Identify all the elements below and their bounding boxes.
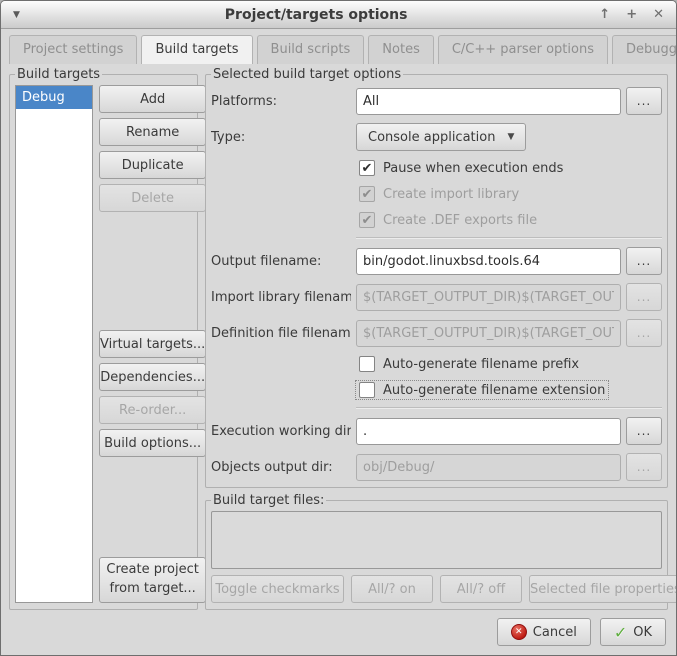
options-legend: Selected build target options xyxy=(211,67,403,82)
platforms-browse-button[interactable]: ... xyxy=(626,87,662,115)
project-targets-options-dialog: ▼ Project/targets options ↑ + ✕ Project … xyxy=(0,0,677,656)
output-filename-input[interactable] xyxy=(356,248,621,275)
cancel-button-label: Cancel xyxy=(533,625,577,640)
platforms-label: Platforms: xyxy=(211,94,351,109)
create-project-from-target-button[interactable]: Create project from target... xyxy=(99,557,206,603)
objects-output-dir-input xyxy=(356,454,621,481)
cancel-x-icon: ✕ xyxy=(511,624,527,640)
build-target-files-actions: Toggle checkmarks All/? on All/? off Sel… xyxy=(211,575,662,603)
pause-when-execution-ends-checkbox[interactable]: ✔ Pause when execution ends xyxy=(356,159,566,177)
tab-debugger[interactable]: Debugger xyxy=(612,35,677,64)
selected-build-target-options-groupbox: Selected build target options Platforms:… xyxy=(205,67,668,488)
rename-button[interactable]: Rename xyxy=(99,118,206,146)
auto-generate-prefix-label: Auto-generate filename prefix xyxy=(383,357,579,372)
all-off-button: All/? off xyxy=(440,575,522,603)
tab-build-targets[interactable]: Build targets xyxy=(141,35,252,64)
objects-output-dir-browse-button: ... xyxy=(626,453,662,481)
dependencies-button[interactable]: Dependencies... xyxy=(99,363,206,391)
type-dropdown[interactable]: Console application ▼ xyxy=(356,123,526,151)
execution-working-dir-input[interactable] xyxy=(356,418,621,445)
chevron-down-icon: ▼ xyxy=(507,132,514,142)
options-grid: Platforms: ... Type: Console application… xyxy=(211,85,662,481)
shade-icon[interactable]: ↑ xyxy=(599,8,610,21)
type-dropdown-value: Console application xyxy=(368,130,495,145)
tab-project-settings[interactable]: Project settings xyxy=(9,35,137,64)
window-menu-icon[interactable]: ▼ xyxy=(13,10,33,20)
build-targets-groupbox: Build targets Debug Add Rename Duplicate… xyxy=(9,67,198,610)
execution-working-dir-label: Execution working dir: xyxy=(211,424,351,439)
output-filename-browse-button[interactable]: ... xyxy=(626,247,662,275)
tab-build-scripts[interactable]: Build scripts xyxy=(257,35,365,64)
build-targets-page: Build targets Debug Add Rename Duplicate… xyxy=(1,64,676,614)
close-icon[interactable]: ✕ xyxy=(653,8,664,21)
output-filename-label: Output filename: xyxy=(211,254,351,269)
create-import-library-checkbox: ✔ Create import library xyxy=(356,185,522,203)
type-label: Type: xyxy=(211,130,351,145)
add-button[interactable]: Add xyxy=(99,85,206,113)
duplicate-button[interactable]: Duplicate xyxy=(99,151,206,179)
window-controls: ↑ + ✕ xyxy=(599,8,664,21)
execution-working-dir-browse-button[interactable]: ... xyxy=(626,417,662,445)
delete-button: Delete xyxy=(99,184,206,212)
build-targets-legend: Build targets xyxy=(15,67,102,82)
auto-generate-extension-label: Auto-generate filename extension xyxy=(383,383,605,398)
build-targets-actions: Add Rename Duplicate Delete Virtual targ… xyxy=(99,85,206,603)
checkbox-unchecked-icon xyxy=(359,356,375,372)
auto-generate-filename-prefix-checkbox[interactable]: Auto-generate filename prefix xyxy=(356,355,582,373)
create-def-exports-file-label: Create .DEF exports file xyxy=(383,213,537,228)
ok-check-icon: ✓ xyxy=(614,623,627,642)
toggle-checkmarks-button: Toggle checkmarks xyxy=(211,575,344,603)
dialog-footer: ✕ Cancel ✓ OK xyxy=(1,614,676,655)
import-library-filename-label: Import library filename: xyxy=(211,290,351,305)
virtual-targets-button[interactable]: Virtual targets... xyxy=(99,330,206,358)
definition-file-browse-button: ... xyxy=(626,319,662,347)
ok-button-label: OK xyxy=(633,625,652,640)
definition-file-filename-input xyxy=(356,320,621,347)
objects-output-dir-label: Objects output dir: xyxy=(211,460,351,475)
auto-generate-filename-extension-checkbox[interactable]: Auto-generate filename extension xyxy=(356,381,608,399)
build-target-files-groupbox: Build target files: Toggle checkmarks Al… xyxy=(205,493,668,610)
definition-file-filename-label: Definition file filename: xyxy=(211,326,351,341)
create-import-library-label: Create import library xyxy=(383,187,519,202)
build-target-files-list[interactable] xyxy=(211,511,662,569)
reorder-button: Re-order... xyxy=(99,396,206,424)
titlebar: ▼ Project/targets options ↑ + ✕ xyxy=(1,1,676,29)
selected-file-properties-button: Selected file properties xyxy=(529,575,677,603)
list-item-debug[interactable]: Debug xyxy=(16,86,92,109)
build-options-button[interactable]: Build options... xyxy=(99,429,206,457)
ok-button[interactable]: ✓ OK xyxy=(600,618,666,646)
tab-notes[interactable]: Notes xyxy=(368,35,434,64)
cancel-button[interactable]: ✕ Cancel xyxy=(497,618,591,646)
checkbox-checked-icon: ✔ xyxy=(359,186,375,202)
create-def-exports-file-checkbox: ✔ Create .DEF exports file xyxy=(356,211,540,229)
import-library-browse-button: ... xyxy=(626,283,662,311)
platforms-input[interactable] xyxy=(356,88,621,115)
build-targets-list[interactable]: Debug xyxy=(15,85,93,603)
tab-cpp-parser-options[interactable]: C/C++ parser options xyxy=(438,35,608,64)
import-library-filename-input xyxy=(356,284,621,311)
build-target-files-legend: Build target files: xyxy=(211,493,326,508)
maximize-icon[interactable]: + xyxy=(626,8,637,21)
pause-checkbox-label: Pause when execution ends xyxy=(383,161,563,176)
checkbox-checked-icon: ✔ xyxy=(359,160,375,176)
checkbox-checked-icon: ✔ xyxy=(359,212,375,228)
separator xyxy=(356,407,662,409)
all-on-button: All/? on xyxy=(351,575,433,603)
spacer xyxy=(99,217,206,325)
window-title: Project/targets options xyxy=(33,7,599,23)
tab-bar: Project settings Build targets Build scr… xyxy=(1,29,676,64)
right-column: Selected build target options Platforms:… xyxy=(205,67,668,610)
checkbox-unchecked-icon xyxy=(359,382,375,398)
separator xyxy=(356,237,662,239)
